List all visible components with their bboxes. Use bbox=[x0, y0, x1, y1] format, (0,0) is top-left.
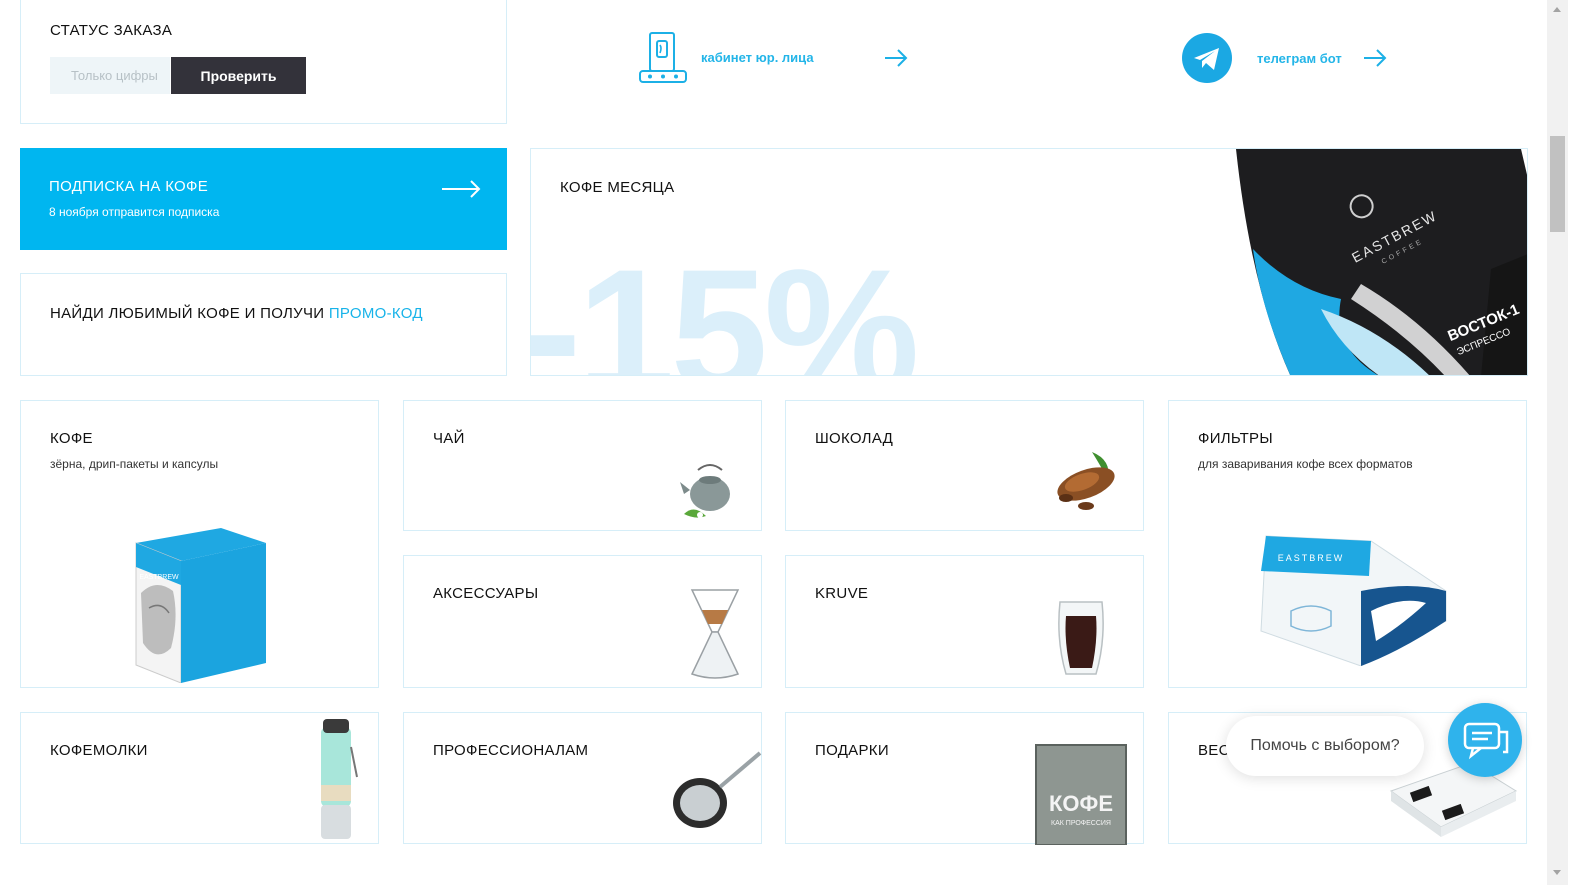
box-brand-text: EASTBREW bbox=[1278, 553, 1345, 563]
telegram-bot-label: телеграм бот bbox=[1257, 51, 1342, 66]
coffee-bag-image: EASTBREW COFFEE ВОСТОК-1 ЭСПРЕССО bbox=[1236, 149, 1527, 375]
category-professionals[interactable]: ПРОФЕССИОНАЛАМ bbox=[403, 712, 762, 844]
coffee-subscription-banner[interactable]: ПОДПИСКА НА КОФЕ 8 ноября отправится под… bbox=[20, 148, 507, 250]
coffee-grinder-image bbox=[321, 719, 358, 839]
promo-code-card[interactable]: НАЙДИ ЛЮБИМЫЙ КОФЕ И ПОЛУЧИ ПРОМО-КОД bbox=[20, 273, 507, 376]
category-grinders[interactable]: КОФЕМОЛКИ bbox=[20, 712, 379, 844]
book-title-text: КОФЕ bbox=[1049, 791, 1113, 816]
chemex-image bbox=[690, 589, 740, 679]
category-title: ПРОФЕССИОНАЛАМ bbox=[433, 742, 589, 759]
chat-helper-bubble[interactable]: Помочь с выбором? bbox=[1226, 716, 1424, 776]
page-scrollbar[interactable] bbox=[1547, 0, 1568, 885]
category-tea[interactable]: ЧАЙ bbox=[403, 400, 762, 531]
order-number-input[interactable] bbox=[50, 57, 170, 94]
category-coffee[interactable]: КОФЕ зёрна, дрип-пакеты и капсулы EASTBR… bbox=[20, 400, 379, 688]
category-subtitle: зёрна, дрип-пакеты и капсулы bbox=[50, 457, 219, 471]
category-title: ЧАЙ bbox=[433, 430, 465, 447]
coffee-of-month-title: КОФЕ МЕСЯЦА bbox=[560, 179, 675, 196]
subscription-title: ПОДПИСКА НА КОФЕ bbox=[49, 178, 209, 195]
category-title: ФИЛЬТРЫ bbox=[1198, 430, 1273, 447]
arrow-right-icon bbox=[885, 49, 908, 67]
filters-box-image: EASTBREW bbox=[1260, 535, 1447, 666]
promo-code-link[interactable]: ПРОМО-КОД bbox=[329, 305, 423, 322]
glass-cup-image bbox=[1058, 601, 1104, 675]
check-status-button[interactable]: Проверить bbox=[171, 57, 306, 94]
chat-icon bbox=[1463, 722, 1509, 760]
category-gifts[interactable]: ПОДАРКИ КОФЕ КАК ПРОФЕССИЯ bbox=[785, 712, 1144, 845]
category-title: ПОДАРКИ bbox=[815, 742, 889, 759]
arrow-right-icon bbox=[1364, 49, 1387, 67]
book-sub-text: КАК ПРОФЕССИЯ bbox=[1051, 820, 1111, 827]
category-title: ШОКОЛАД bbox=[815, 430, 894, 447]
order-status-title: СТАТУС ЗАКАЗА bbox=[50, 22, 173, 39]
category-subtitle: для заваривания кофе всех форматов bbox=[1198, 457, 1413, 471]
subscription-date: 8 ноября отправится подписка bbox=[49, 205, 220, 219]
coffee-book-image: КОФЕ КАК ПРОФЕССИЯ bbox=[1035, 744, 1127, 845]
scroll-down-arrow-icon[interactable] bbox=[1553, 870, 1561, 875]
cupping-spoon-image bbox=[673, 751, 762, 828]
telegram-icon bbox=[1182, 33, 1232, 83]
category-kruve[interactable]: KRUVE bbox=[785, 555, 1144, 688]
cocoa-pod-image bbox=[1057, 452, 1115, 510]
teapot-image bbox=[680, 464, 730, 518]
category-title: КОФЕМОЛКИ bbox=[50, 742, 148, 759]
business-cabinet-label: кабинет юр. лица bbox=[701, 50, 814, 65]
category-chocolate[interactable]: ШОКОЛАД bbox=[785, 400, 1144, 531]
scrollbar-thumb[interactable] bbox=[1550, 136, 1565, 232]
category-filters[interactable]: ФИЛЬТРЫ для заваривания кофе всех формат… bbox=[1168, 400, 1527, 688]
category-title: ВЕС bbox=[1198, 742, 1230, 759]
category-title: АКСЕССУАРЫ bbox=[433, 585, 539, 602]
discount-watermark: -15% bbox=[530, 234, 920, 376]
scroll-up-arrow-icon[interactable] bbox=[1553, 7, 1561, 12]
promo-text-main: НАЙДИ ЛЮБИМЫЙ КОФЕ И ПОЛУЧИ bbox=[50, 305, 325, 322]
coffee-machine-icon bbox=[639, 32, 687, 83]
arrow-right-icon bbox=[442, 180, 481, 198]
coffee-of-month-card[interactable]: -15% КОФЕ МЕСЯЦА EASTBREW COFFEE ВОСТОК-… bbox=[530, 148, 1528, 376]
box-brand-text: EASTBREW bbox=[139, 574, 179, 581]
chat-helper-text: Помочь с выбором? bbox=[1250, 737, 1400, 754]
order-status-card: СТАТУС ЗАКАЗА Проверить bbox=[20, 0, 507, 124]
drip-bag-box-image: EASTBREW bbox=[135, 528, 266, 683]
category-accessories[interactable]: АКСЕССУАРЫ bbox=[403, 555, 762, 688]
business-cabinet-link[interactable]: кабинет юр. лица bbox=[638, 30, 918, 86]
category-title: КОФЕ bbox=[50, 430, 93, 447]
chat-open-button[interactable] bbox=[1448, 703, 1522, 777]
promo-text: НАЙДИ ЛЮБИМЫЙ КОФЕ И ПОЛУЧИ ПРОМО-КОД bbox=[50, 305, 423, 322]
telegram-bot-link[interactable]: телеграм бот bbox=[1181, 32, 1391, 84]
category-title: KRUVE bbox=[815, 585, 869, 602]
